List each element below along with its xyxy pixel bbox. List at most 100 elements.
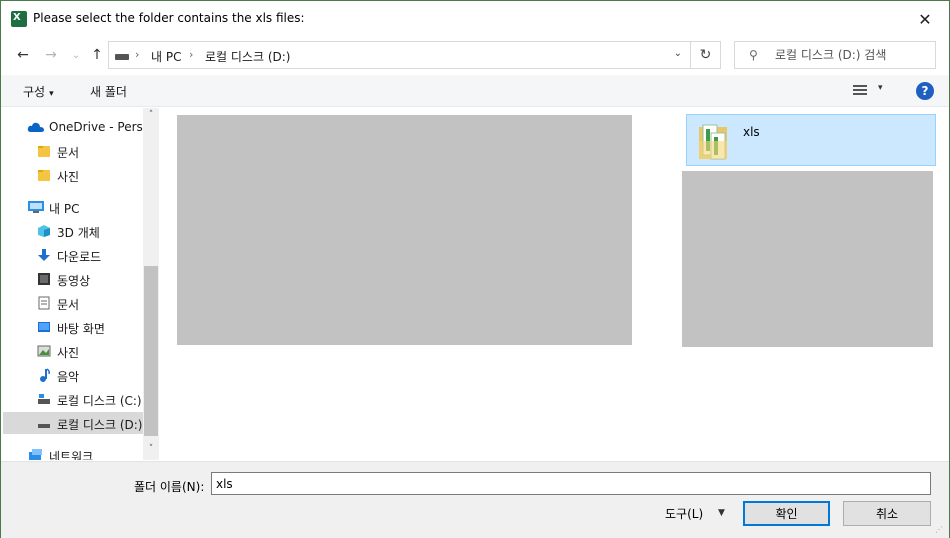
sidebar-item-downloads[interactable]: 다운로드 [3,244,143,266]
scroll-down-icon[interactable]: ˅ [143,444,159,458]
help-button[interactable]: ? [916,82,934,100]
breadcrumb-my-pc[interactable]: 내 PC [151,48,181,65]
folder-icon [38,170,50,181]
new-folder-button[interactable]: 새 폴더 [90,83,127,100]
computer-icon [28,201,44,213]
sidebar-item-music[interactable]: 음악 [3,364,143,386]
dialog-footer: 폴더 이름(N): 도구(L) ▼ 확인 취소 ⋰ [1,461,949,538]
address-bar[interactable]: › 내 PC › 로컬 디스크 (D:) ⌄ [108,41,691,69]
breadcrumb-separator: › [135,48,140,61]
desktop-icon [38,322,50,332]
view-options-icon[interactable] [853,83,869,99]
back-arrow-icon: ← [17,47,29,63]
picture-icon [37,345,51,357]
search-icon: ⚲ [749,48,758,62]
cancel-button[interactable]: 취소 [843,501,931,526]
excel-app-letter: X [13,12,21,23]
resize-grip-icon[interactable]: ⋰ [935,525,945,535]
music-icon [40,368,50,382]
sidebar-item-onedrive-pictures[interactable]: 사진 [3,164,143,186]
refresh-button[interactable]: ↻ [691,41,721,69]
sidebar-item-drive-c[interactable]: 로컬 디스크 (C:) [3,388,143,410]
breadcrumb-drive-d[interactable]: 로컬 디스크 (D:) [205,48,290,65]
sidebar-label: 사진 [57,170,80,184]
dialog-title: Please select the folder contains the xl… [33,11,305,25]
folder-icon [38,146,50,157]
view-line [853,85,867,87]
recent-locations-button[interactable]: ⌄ [66,45,86,65]
scroll-up-icon[interactable]: ˄ [143,110,159,124]
network-icon [29,449,42,460]
sidebar-label: 내 PC [49,202,80,216]
cube-icon [38,225,50,237]
folder-label: xls [743,125,760,139]
document-icon [38,296,50,310]
file-list-pane[interactable]: xls [161,108,949,460]
sidebar-item-documents[interactable]: 문서 [3,292,143,314]
folder-item-xls[interactable]: xls [686,114,936,166]
view-caret-icon[interactable]: ▾ [878,83,883,93]
view-line [853,93,867,95]
sidebar-label: 로컬 디스크 (D:) [57,418,143,432]
sidebar-label: 로컬 디스크 (C:) [57,394,142,408]
folder-name-label: 폴더 이름(N): [134,480,205,494]
sidebar-label: 문서 [57,146,80,160]
sidebar-label: 음악 [57,370,80,384]
sidebar-item-drive-d[interactable]: 로컬 디스크 (D:) [3,412,143,434]
sidebar-label: 동영상 [57,274,91,288]
search-box[interactable]: ⚲ [734,41,936,69]
title-bar: X Please select the folder contains the … [1,1,949,37]
redacted-region [682,171,933,347]
navigation-pane: OneDrive - Personal 문서 사진 내 PC 3D 개체 다운로… [1,108,159,460]
sidebar-item-my-pc[interactable]: 내 PC [3,196,143,218]
sidebar-item-videos[interactable]: 동영상 [3,268,143,290]
sidebar-item-onedrive-documents[interactable]: 문서 [3,140,143,162]
caret-down-icon: ▾ [49,89,54,99]
search-input[interactable] [775,46,930,64]
organize-button[interactable]: 구성 ▾ [23,83,54,100]
sidebar-label: OneDrive - Personal [49,120,143,134]
refresh-icon: ↻ [699,47,712,63]
sidebar-label: 3D 개체 [57,226,100,240]
sidebar-item-3d-objects[interactable]: 3D 개체 [3,220,143,242]
sidebar-scrollbar[interactable]: ˄ ˅ [143,108,159,460]
sidebar-item-desktop[interactable]: 바탕 화면 [3,316,143,338]
drive-icon [115,54,129,60]
command-toolbar: 구성 ▾ 새 폴더 ▾ ? [1,75,949,107]
forward-button[interactable]: → [41,45,61,65]
breadcrumb-separator: › [189,48,194,61]
up-button[interactable]: ↑ [87,45,107,65]
sidebar-item-pictures[interactable]: 사진 [3,340,143,362]
back-button[interactable]: ← [13,45,33,65]
chevron-down-icon: ⌄ [71,49,81,61]
folder-name-input[interactable] [211,472,931,495]
drive-d-icon [38,424,50,428]
close-button[interactable]: ✕ [909,6,941,32]
sidebar-label: 바탕 화면 [57,322,105,336]
sidebar-item-network[interactable]: 네트워크 [3,444,143,460]
folder-select-dialog: X Please select the folder contains the … [0,0,950,538]
caret-down-icon[interactable]: ▼ [718,508,725,518]
organize-label: 구성 [23,85,46,99]
sidebar-label: 네트워크 [49,450,94,460]
cloud-icon [27,122,44,132]
address-dropdown-icon[interactable]: ⌄ [674,48,682,59]
up-arrow-icon: ↑ [91,47,103,63]
scroll-thumb[interactable] [144,266,158,436]
folder-icon [699,124,727,160]
sidebar-item-onedrive[interactable]: OneDrive - Personal [3,116,143,138]
excel-app-icon: X [11,11,27,27]
redacted-region [177,115,632,345]
sidebar-label: 문서 [57,298,80,312]
sidebar-label: 사진 [57,346,80,360]
download-icon [38,249,50,261]
ok-button[interactable]: 확인 [743,501,830,526]
tools-button[interactable]: 도구(L) [665,505,703,522]
forward-arrow-icon: → [45,47,57,63]
drive-c-icon [38,394,50,404]
view-line [853,89,867,91]
film-icon [38,273,50,285]
navigation-bar: ← → ⌄ ↑ › 내 PC › 로컬 디스크 (D:) ⌄ ↻ ⚲ [1,37,949,73]
close-icon: ✕ [918,9,932,29]
sidebar-label: 다운로드 [57,250,102,264]
